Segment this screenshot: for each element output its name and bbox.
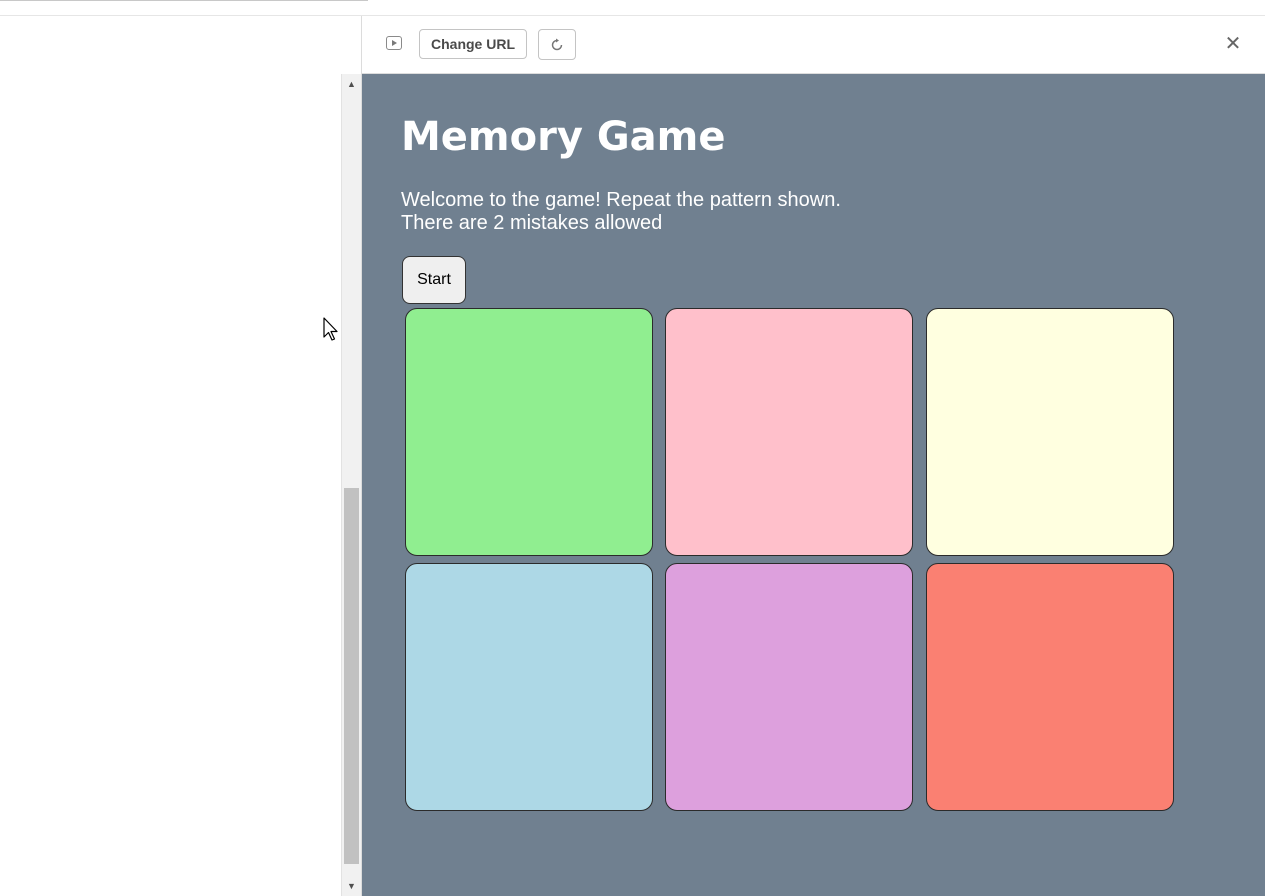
scroll-up-arrow-icon[interactable]: ▲ [342,74,361,94]
tile-light-blue[interactable] [405,563,653,811]
refresh-button[interactable] [538,29,576,60]
preview-toolbar: Change URL ✕ [362,16,1265,74]
tile-plum[interactable] [665,563,913,811]
play-icon[interactable] [386,36,402,50]
tile-salmon[interactable] [926,563,1174,811]
game-preview: Memory Game Welcome to the game! Repeat … [362,74,1265,896]
tile-green[interactable] [405,308,653,556]
close-icon[interactable]: ✕ [1221,31,1245,55]
description-line-2: There are 2 mistakes allowed [401,212,663,234]
top-tab-strip [0,0,1265,16]
scroll-down-arrow-icon[interactable]: ▼ [342,876,361,896]
editor-scrollbar[interactable]: ▲ ▼ [341,74,361,896]
scrollbar-thumb[interactable] [344,488,359,864]
game-description: Welcome to the game! Repeat the pattern … [401,189,841,235]
refresh-icon [551,38,563,50]
start-button[interactable]: Start [402,256,466,304]
tab-indicator [0,0,368,1]
change-url-button[interactable]: Change URL [419,29,527,59]
tile-pink[interactable] [665,308,913,556]
mouse-cursor-icon [323,317,338,341]
page-title: Memory Game [401,114,726,160]
description-line-1: Welcome to the game! Repeat the pattern … [401,189,841,211]
editor-pane [0,16,341,896]
tile-light-yellow[interactable] [926,308,1174,556]
